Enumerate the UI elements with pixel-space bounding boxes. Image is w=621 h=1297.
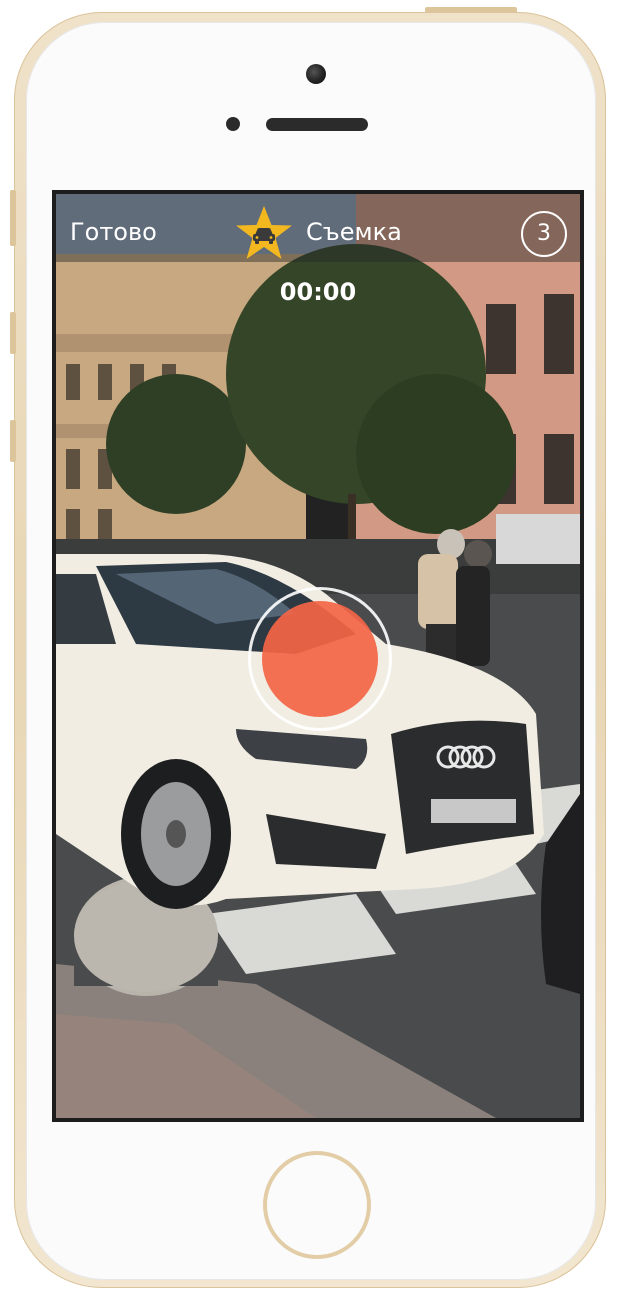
recording-timer: 00:00: [279, 278, 357, 306]
done-button[interactable]: Готово: [70, 218, 157, 246]
silent-switch: [10, 190, 16, 246]
photo-count-badge[interactable]: 3: [521, 211, 567, 257]
home-button[interactable]: [263, 1151, 371, 1259]
top-bar: Готово Съемка 3: [56, 194, 580, 262]
record-button-icon[interactable]: [262, 601, 378, 717]
star-car-icon: [236, 206, 292, 259]
volume-down-button: [10, 420, 16, 462]
volume-up-button: [10, 312, 16, 354]
earpiece-speaker: [266, 118, 368, 131]
screen: Готово Съемка 3 00:00: [52, 190, 584, 1122]
proximity-sensor: [226, 117, 240, 131]
front-camera: [306, 64, 326, 84]
power-button: [425, 7, 517, 13]
mode-title: Съемка: [306, 218, 402, 246]
